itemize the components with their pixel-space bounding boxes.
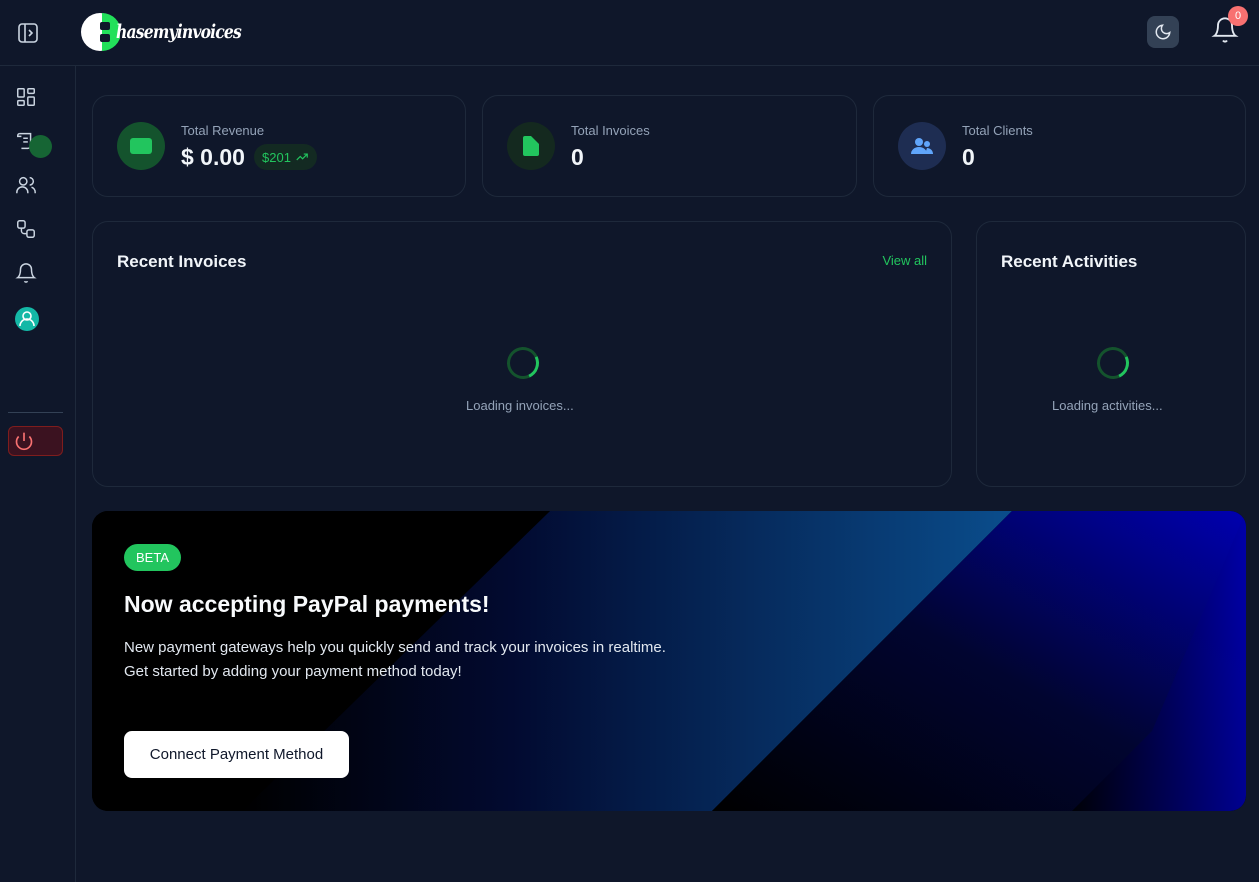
notification-count-badge: 0 xyxy=(1228,6,1248,26)
theme-toggle-button[interactable] xyxy=(1147,16,1179,48)
revenue-trend-badge: $201 xyxy=(254,144,317,170)
beta-badge: BETA xyxy=(124,544,181,571)
loading-spinner-icon xyxy=(502,342,544,384)
total-invoices-card: Total Invoices 0 xyxy=(482,95,857,197)
view-all-link[interactable]: View all xyxy=(882,253,927,268)
total-clients-card: Total Clients 0 xyxy=(873,95,1246,197)
stat-value: 0 xyxy=(571,144,584,170)
logout-button[interactable] xyxy=(8,426,63,456)
paypal-promo-banner: BETA Now accepting PayPal payments! New … xyxy=(92,511,1246,811)
stat-label: Total Clients xyxy=(962,123,1033,138)
panel-title: Recent Activities xyxy=(1001,252,1138,271)
top-bar: hasemyinvoices 0 xyxy=(0,0,1259,66)
sidebar-toggle-icon[interactable] xyxy=(16,21,40,45)
stat-value: $ 0.00 xyxy=(181,144,245,170)
dashboard-icon[interactable] xyxy=(15,86,37,108)
notifications-icon[interactable] xyxy=(15,262,37,284)
promo-title: Now accepting PayPal payments! xyxy=(124,591,490,617)
clients-users-icon[interactable] xyxy=(15,174,37,196)
promo-description-line: Get started by adding your payment metho… xyxy=(124,663,462,680)
stat-label: Total Invoices xyxy=(571,123,650,138)
invoices-active-dot xyxy=(29,135,52,158)
loading-text: Loading invoices... xyxy=(466,398,574,413)
panel-title: Recent Invoices xyxy=(117,252,247,271)
loading-text: Loading activities... xyxy=(1052,398,1163,413)
logo-text: hasemyinvoices xyxy=(116,21,242,43)
file-icon xyxy=(507,122,555,170)
stat-label: Total Revenue xyxy=(181,123,265,138)
recent-invoices-panel: Recent Invoices View all Loading invoice… xyxy=(92,221,952,487)
profile-avatar-icon[interactable] xyxy=(15,307,39,331)
loading-spinner-icon xyxy=(1092,342,1134,384)
logo-mark-icon xyxy=(80,12,121,52)
users-icon xyxy=(898,122,946,170)
integrations-icon[interactable] xyxy=(15,218,37,240)
recent-activities-panel: Recent Activities Loading activities... xyxy=(976,221,1246,487)
app-logo[interactable]: hasemyinvoices xyxy=(80,12,268,52)
trend-value: $201 xyxy=(262,149,291,165)
wallet-icon xyxy=(117,122,165,170)
promo-description-line: New payment gateways help you quickly se… xyxy=(124,639,666,656)
sidebar-divider xyxy=(8,412,63,413)
total-revenue-card: Total Revenue $ 0.00 $201 xyxy=(92,95,466,197)
trending-up-icon xyxy=(296,153,308,161)
moon-icon xyxy=(1155,24,1171,40)
power-icon xyxy=(15,432,33,451)
stat-value: 0 xyxy=(962,144,975,170)
connect-payment-method-button[interactable]: Connect Payment Method xyxy=(124,731,349,778)
sidebar xyxy=(0,66,76,882)
